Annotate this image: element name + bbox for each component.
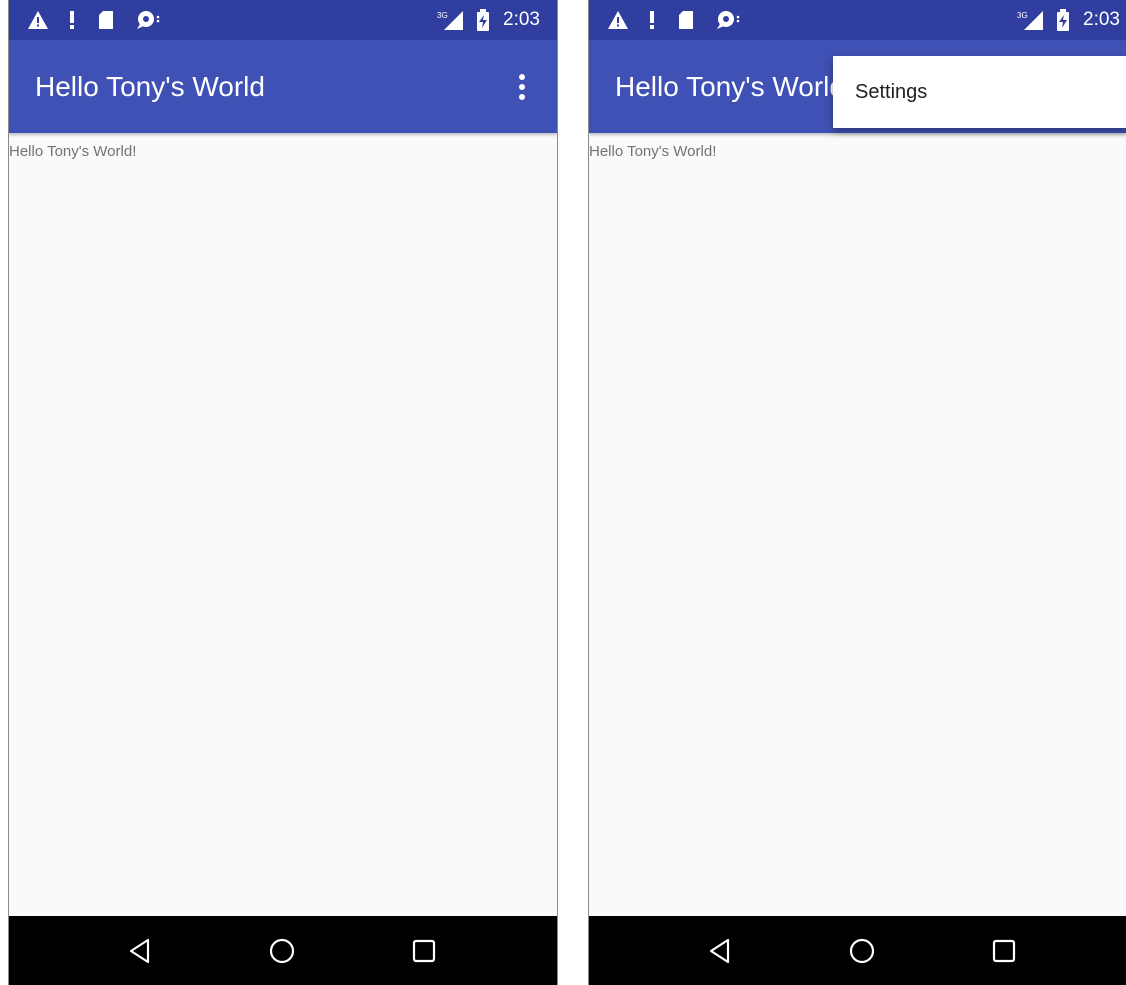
clock-time: 2:03 xyxy=(503,9,540,30)
chat-bubble-icon xyxy=(133,0,163,40)
phone-screen-default: 3G 2:03 Hello Tony's World Hello Tony's … xyxy=(8,0,558,985)
home-icon xyxy=(849,938,875,963)
recents-icon xyxy=(412,939,436,962)
navigation-bar xyxy=(589,916,1126,985)
recents-icon xyxy=(992,939,1016,962)
overflow-menu-button[interactable] xyxy=(507,40,537,133)
svg-text:3G: 3G xyxy=(1017,11,1028,20)
status-bar: 3G 2:03 xyxy=(9,0,557,40)
sd-card-icon xyxy=(95,0,117,40)
app-bar: Hello Tony's World xyxy=(9,40,557,133)
back-icon xyxy=(709,938,730,963)
back-icon xyxy=(129,938,150,963)
sd-card-icon xyxy=(675,0,697,40)
home-button[interactable] xyxy=(252,916,312,985)
battery-charging-icon xyxy=(473,0,493,40)
chat-bubble-icon xyxy=(713,0,743,40)
back-button[interactable] xyxy=(110,916,170,985)
navigation-bar xyxy=(9,916,557,985)
battery-charging-icon xyxy=(1053,0,1073,40)
signal-3g-icon: 3G xyxy=(1015,0,1045,40)
menu-item-settings[interactable]: Settings xyxy=(833,56,1126,128)
recents-button[interactable] xyxy=(974,916,1034,985)
back-button[interactable] xyxy=(690,916,750,985)
signal-3g-icon: 3G xyxy=(435,0,465,40)
home-button[interactable] xyxy=(832,916,892,985)
home-icon xyxy=(269,938,295,963)
exclamation-icon xyxy=(65,0,79,40)
phone-screen-menu-open: 3G 2:03 Hello Tony's World Hello Tony's … xyxy=(588,0,1126,985)
svg-text:3G: 3G xyxy=(437,11,448,20)
app-bar-title: Hello Tony's World xyxy=(35,71,265,102)
clock-time: 2:03 xyxy=(1083,9,1120,30)
warning-icon xyxy=(25,0,51,40)
exclamation-icon xyxy=(645,0,659,40)
hello-text: Hello Tony's World! xyxy=(589,143,717,160)
overflow-menu-popup: Settings xyxy=(833,56,1126,128)
status-bar: 3G 2:03 xyxy=(589,0,1126,40)
recents-button[interactable] xyxy=(394,916,454,985)
hello-text: Hello Tony's World! xyxy=(9,143,137,160)
more-vert-icon xyxy=(519,73,525,100)
warning-icon xyxy=(605,0,631,40)
app-bar-title: Hello Tony's World xyxy=(615,71,845,102)
